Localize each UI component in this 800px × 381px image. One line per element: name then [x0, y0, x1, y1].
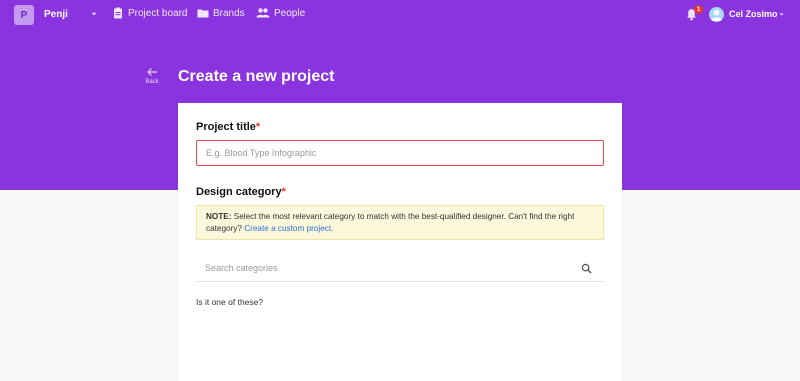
note-prefix: NOTE:	[206, 212, 232, 221]
back-label: Back	[145, 79, 159, 85]
category-search	[196, 255, 604, 282]
create-custom-project-link[interactable]: Create a custom project.	[244, 224, 333, 233]
workspace-avatar[interactable]: P	[14, 5, 34, 25]
label-text: Project title	[196, 121, 256, 133]
notification-badge: 1	[694, 5, 703, 14]
nav-project-board[interactable]: Project board	[112, 7, 187, 19]
label-text: Design category	[196, 186, 282, 198]
project-form-card: Project title* Design category* NOTE: Se…	[178, 103, 622, 381]
clipboard-icon	[114, 7, 122, 19]
nav-label: People	[274, 7, 306, 19]
avatar[interactable]	[709, 7, 724, 22]
workspace-name[interactable]: Penji	[44, 9, 68, 20]
suggestion-label: Is it one of these?	[196, 297, 264, 307]
user-name[interactable]: Cel Zosimo	[729, 9, 778, 19]
category-note: NOTE: Select the most relevant category …	[196, 205, 604, 240]
nav-people[interactable]: People	[256, 7, 305, 19]
nav-brands[interactable]: Brands	[197, 7, 245, 19]
nav-label: Project board	[128, 7, 188, 19]
required-mark: *	[281, 186, 286, 198]
search-input[interactable]	[196, 255, 576, 281]
top-navigation: P Penji Project board Brands People 1 Ce…	[0, 0, 800, 30]
people-icon	[256, 8, 270, 18]
project-title-input[interactable]	[196, 140, 604, 166]
project-title-label: Project title*	[196, 121, 260, 133]
search-icon[interactable]	[581, 263, 592, 274]
chevron-down-icon[interactable]	[778, 11, 785, 18]
back-button[interactable]: Back	[142, 66, 162, 86]
nav-label: Brands	[213, 7, 245, 19]
folder-icon	[197, 9, 209, 18]
design-category-label: Design category*	[196, 186, 286, 198]
chevron-down-icon[interactable]	[90, 10, 98, 18]
required-mark: *	[255, 121, 261, 133]
arrow-left-icon	[147, 68, 157, 76]
page-title: Create a new project	[178, 68, 335, 85]
user-icon	[710, 9, 723, 22]
